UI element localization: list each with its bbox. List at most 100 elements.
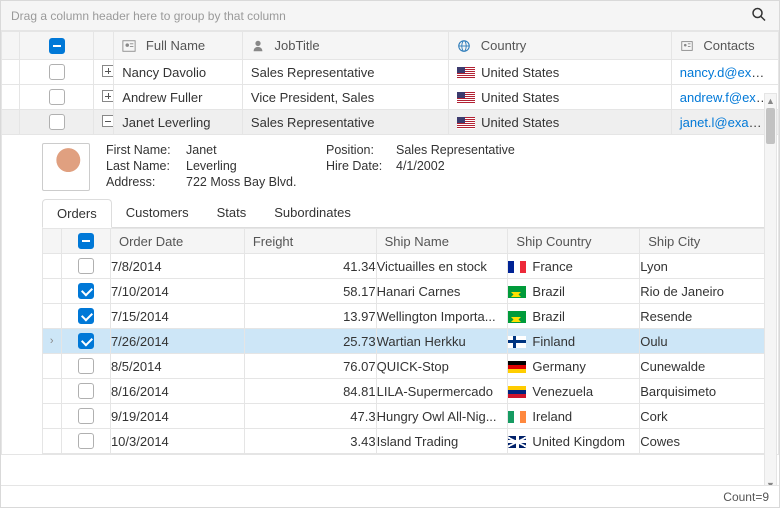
column-header-country[interactable]: Country [449, 32, 672, 60]
cell-freight: 25.73 [244, 329, 376, 354]
cell-ship-name: QUICK-Stop [376, 354, 508, 379]
cell-ship-country: Germany [508, 354, 640, 379]
search-icon[interactable] [751, 6, 767, 25]
vertical-scrollbar[interactable]: ▲ ▼ [764, 93, 777, 485]
cell-ship-country: United Kingdom [508, 429, 640, 454]
cell-contact[interactable]: janet.l@example. [671, 110, 778, 135]
row-checkbox[interactable] [61, 429, 110, 454]
row-checkbox[interactable] [20, 60, 94, 85]
flag-icon [457, 67, 475, 79]
select-all-header[interactable] [20, 32, 94, 60]
table-row[interactable]: 7/8/2014 41.34 Victuailles en stock Fran… [43, 254, 770, 279]
row-indicator [43, 429, 62, 454]
table-row[interactable]: Nancy DavolioSales RepresentativeUnited … [2, 60, 779, 85]
column-header-job[interactable]: JobTitle [242, 32, 448, 60]
row-indicator [43, 254, 62, 279]
row-indicator [2, 85, 20, 110]
cell-contact[interactable]: nancy.d@exampl [671, 60, 778, 85]
table-row[interactable]: 7/15/2014 13.97 Wellington Importa... Br… [43, 304, 770, 329]
cell-job: Sales Representative [242, 60, 448, 85]
row-checkbox[interactable] [20, 85, 94, 110]
flag-icon [508, 261, 526, 273]
cell-freight: 13.97 [244, 304, 376, 329]
sub-select-all[interactable] [61, 229, 110, 254]
row-checkbox[interactable] [61, 404, 110, 429]
table-row[interactable]: Janet LeverlingSales RepresentativeUnite… [2, 110, 779, 135]
cell-job: Vice President, Sales [242, 85, 448, 110]
table-row[interactable]: 9/19/2014 47.3 Hungry Owl All-Nig... Ire… [43, 404, 770, 429]
cell-order-date: 10/3/2014 [110, 429, 244, 454]
flag-icon [508, 436, 526, 448]
cell-ship-name: Wellington Importa... [376, 304, 508, 329]
cell-freight: 41.34 [244, 254, 376, 279]
table-row[interactable]: 10/3/2014 3.43 Island Trading United Kin… [43, 429, 770, 454]
row-indicator [2, 110, 20, 135]
flag-icon [508, 386, 526, 398]
table-row[interactable]: 8/5/2014 76.07 QUICK-Stop Germany Cunewa… [43, 354, 770, 379]
tab-subordinates[interactable]: Subordinates [260, 199, 365, 227]
row-expander[interactable] [93, 60, 113, 85]
table-row[interactable]: 7/10/2014 58.17 Hanari Carnes Brazil Rio… [43, 279, 770, 304]
flag-icon [508, 411, 526, 423]
column-header-contacts[interactable]: Contacts [671, 32, 778, 60]
scroll-thumb[interactable] [766, 108, 775, 144]
group-panel-hint: Drag a column header here to group by th… [11, 9, 286, 23]
row-checkbox[interactable] [61, 354, 110, 379]
detail-info: First Name:Janet Position:Sales Represen… [106, 143, 556, 189]
globe-icon [457, 39, 471, 53]
cell-order-date: 7/15/2014 [110, 304, 244, 329]
row-checkbox[interactable] [61, 254, 110, 279]
cell-ship-name: Victuailles en stock [376, 254, 508, 279]
row-indicator [43, 304, 62, 329]
master-grid: Full Name JobTitle Country Contacts Nanc… [1, 31, 779, 485]
cell-ship-city: Oulu [640, 329, 770, 354]
detail-panel: First Name:Janet Position:Sales Represen… [2, 135, 778, 454]
col-freight[interactable]: Freight [244, 229, 376, 254]
cell-name: Nancy Davolio [114, 60, 243, 85]
scroll-down-icon[interactable]: ▼ [765, 479, 776, 485]
row-checkbox[interactable] [61, 279, 110, 304]
tab-stats[interactable]: Stats [203, 199, 261, 227]
row-checkbox[interactable] [61, 304, 110, 329]
col-order-date[interactable]: Order Date [110, 229, 244, 254]
column-header-name[interactable]: Full Name [114, 32, 243, 60]
cell-name: Andrew Fuller [114, 85, 243, 110]
tab-orders[interactable]: Orders [42, 199, 112, 228]
flag-icon [508, 311, 526, 323]
col-ship-name[interactable]: Ship Name [376, 229, 508, 254]
row-checkbox[interactable] [61, 329, 110, 354]
flag-icon [457, 92, 475, 104]
cell-ship-city: Cork [640, 404, 770, 429]
cell-order-date: 7/10/2014 [110, 279, 244, 304]
cell-ship-country: Venezuela [508, 379, 640, 404]
contacts-icon [680, 39, 694, 53]
row-checkbox[interactable] [61, 379, 110, 404]
col-ship-city[interactable]: Ship City [640, 229, 770, 254]
col-ship-country[interactable]: Ship Country [508, 229, 640, 254]
cell-freight: 76.07 [244, 354, 376, 379]
scroll-up-icon[interactable]: ▲ [765, 95, 776, 107]
cell-freight: 58.17 [244, 279, 376, 304]
cell-order-date: 9/19/2014 [110, 404, 244, 429]
job-icon [251, 39, 265, 53]
table-row[interactable]: Andrew FullerVice President, SalesUnited… [2, 85, 779, 110]
cell-ship-city: Resende [640, 304, 770, 329]
group-panel[interactable]: Drag a column header here to group by th… [1, 1, 779, 31]
person-icon [122, 39, 136, 53]
grid-footer: Count=9 [1, 485, 779, 507]
cell-ship-city: Cowes [640, 429, 770, 454]
sub-indicator-header [43, 229, 62, 254]
row-expander[interactable] [93, 85, 113, 110]
cell-ship-name: LILA-Supermercado [376, 379, 508, 404]
table-row[interactable]: 8/16/2014 84.81 LILA-Supermercado Venezu… [43, 379, 770, 404]
select-all-checkbox-icon [49, 38, 65, 54]
flag-icon [508, 361, 526, 373]
tab-customers[interactable]: Customers [112, 199, 203, 227]
row-expander[interactable] [93, 110, 113, 135]
cell-name: Janet Leverling [114, 110, 243, 135]
row-indicator [2, 60, 20, 85]
cell-contact[interactable]: andrew.f@examp [671, 85, 778, 110]
flag-icon [508, 286, 526, 298]
row-checkbox[interactable] [20, 110, 94, 135]
table-row[interactable]: › 7/26/2014 25.73 Wartian Herkku Finland… [43, 329, 770, 354]
